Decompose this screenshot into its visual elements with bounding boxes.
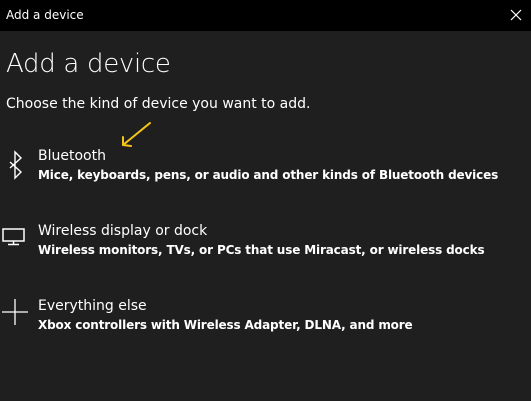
arrow-icon [122,122,151,147]
close-button[interactable] [500,0,531,31]
option-label: Everything else [38,298,147,314]
option-everything-else[interactable]: Everything else Xbox controllers with Wi… [0,298,520,354]
window-title: Add a device [6,8,84,22]
option-label: Bluetooth [38,148,106,164]
plus-icon [2,299,28,325]
monitor-icon [2,228,25,246]
option-label: Wireless display or dock [38,223,208,239]
add-device-window: Add a device Add a device Choose the kin… [0,0,531,401]
option-bluetooth[interactable]: Bluetooth Mice, keyboards, pens, or audi… [0,148,520,204]
option-wireless-display[interactable]: Wireless display or dock Wireless monito… [0,223,520,279]
bluetooth-icon [9,150,23,180]
option-description: Mice, keyboards, pens, or audio and othe… [38,168,499,182]
close-icon [510,9,522,21]
option-description: Wireless monitors, TVs, or PCs that use … [38,243,485,257]
option-description: Xbox controllers with Wireless Adapter, … [38,318,413,332]
title-bar: Add a device [0,0,531,31]
page-subtitle: Choose the kind of device you want to ad… [6,96,311,112]
page-title: Add a device [6,49,171,79]
